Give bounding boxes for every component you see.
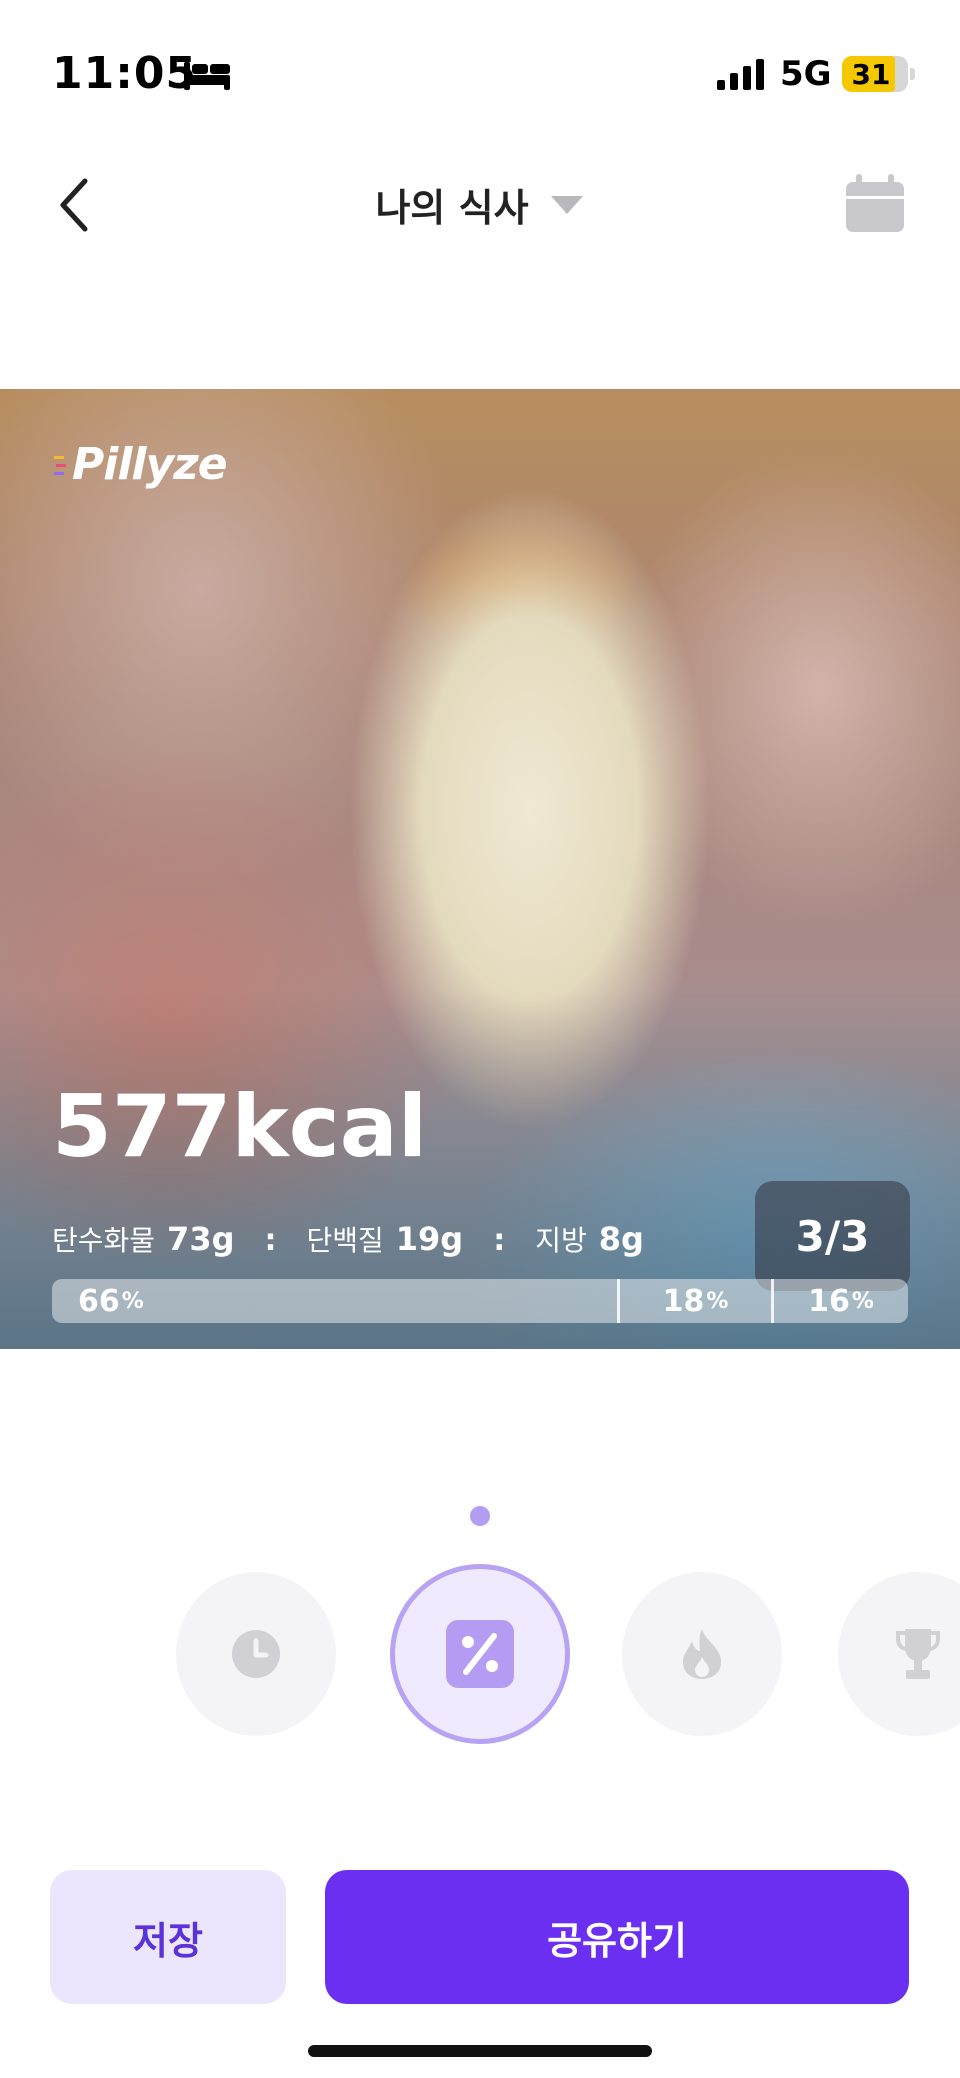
carb-ratio-value: 66 bbox=[78, 1283, 120, 1319]
meal-photo-card[interactable]: Pillyze 577kcal 탄수화물 73g : 단백질 19g : 지방 … bbox=[0, 389, 960, 1349]
nav-header: 나의 식사 bbox=[0, 150, 960, 260]
share-button[interactable]: 공유하기 bbox=[325, 1870, 909, 2004]
back-button[interactable] bbox=[40, 170, 110, 240]
carousel-dot bbox=[470, 1506, 490, 1526]
protein-value: 19g bbox=[395, 1220, 464, 1258]
mode-clock-button[interactable] bbox=[176, 1572, 336, 1736]
mode-fire-button[interactable] bbox=[622, 1572, 782, 1736]
protein-ratio-value: 18 bbox=[662, 1283, 705, 1319]
macro-ratio-bar: 66% 18% 16% bbox=[52, 1279, 908, 1323]
page-indicator: 3/3 bbox=[755, 1181, 910, 1291]
brand-mark-icon bbox=[54, 456, 66, 475]
protein-ratio-segment: 18% bbox=[617, 1279, 771, 1323]
percent-symbol: % bbox=[851, 1288, 874, 1314]
fire-icon bbox=[683, 1629, 721, 1679]
brand-logo: Pillyze bbox=[54, 439, 228, 490]
macro-separator: : bbox=[264, 1223, 277, 1258]
carb-ratio-segment: 66% bbox=[52, 1279, 617, 1323]
mode-percent-button[interactable] bbox=[390, 1564, 570, 1744]
battery-level: 31 bbox=[851, 58, 891, 91]
fat-ratio-segment: 16% bbox=[771, 1279, 908, 1323]
battery-cap bbox=[910, 68, 915, 80]
percent-symbol: % bbox=[121, 1288, 144, 1314]
meal-selector[interactable]: 나의 식사 bbox=[360, 174, 600, 234]
percent-symbol: % bbox=[706, 1288, 729, 1314]
home-indicator bbox=[308, 2045, 652, 2057]
status-bar: 11:05 5G 31 bbox=[0, 0, 960, 150]
brand-name: Pillyze bbox=[72, 439, 228, 490]
fat-label: 지방 bbox=[535, 1224, 587, 1257]
chevron-left-icon bbox=[60, 178, 88, 232]
fat-value: 8g bbox=[598, 1220, 644, 1258]
network-type: 5G bbox=[780, 54, 832, 94]
carb-value: 73g bbox=[167, 1220, 235, 1258]
fat-ratio-value: 16 bbox=[808, 1283, 850, 1319]
bed-icon bbox=[184, 62, 230, 90]
save-button[interactable]: 저장 bbox=[50, 1870, 286, 2004]
mode-trophy-button[interactable] bbox=[838, 1572, 960, 1736]
macro-separator: : bbox=[493, 1223, 506, 1258]
protein-label: 단백질 bbox=[306, 1224, 384, 1257]
caret-down-icon bbox=[550, 196, 583, 214]
macro-summary: 탄수화물 73g : 단백질 19g : 지방 8g bbox=[52, 1219, 644, 1259]
calendar-icon[interactable] bbox=[842, 172, 908, 238]
page-title: 나의 식사 bbox=[375, 185, 529, 230]
carb-label: 탄수화물 bbox=[52, 1224, 156, 1257]
battery-icon: 31 bbox=[842, 56, 908, 92]
calorie-total: 577kcal bbox=[52, 1077, 428, 1177]
status-time: 11:05 bbox=[52, 48, 198, 99]
clock-icon bbox=[232, 1630, 280, 1678]
signal-icon bbox=[717, 59, 764, 90]
trophy-icon bbox=[896, 1629, 940, 1679]
percent-icon bbox=[446, 1620, 514, 1688]
